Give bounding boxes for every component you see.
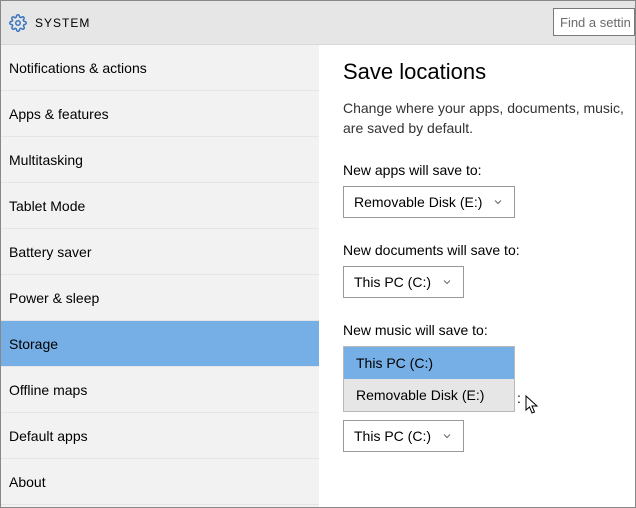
- select-value: This PC (C:): [354, 274, 431, 290]
- search-placeholder: Find a settin: [560, 15, 631, 30]
- sidebar-item-notifications-actions[interactable]: Notifications & actions: [1, 45, 319, 91]
- select-value: Removable Disk (E:): [354, 194, 482, 210]
- sidebar-item-about[interactable]: About: [1, 459, 319, 505]
- chevron-down-icon: [492, 196, 504, 208]
- select-value: This PC (C:): [354, 428, 431, 444]
- gear-icon: [9, 14, 27, 32]
- sidebar-item-label: Battery saver: [9, 244, 91, 260]
- sidebar-item-label: Default apps: [9, 428, 88, 444]
- dropdown-option-this-pc[interactable]: This PC (C:): [344, 347, 514, 379]
- sidebar-item-offline-maps[interactable]: Offline maps: [1, 367, 319, 413]
- chevron-down-icon: [441, 276, 453, 288]
- page-title: Save locations: [343, 59, 635, 85]
- setting-documents-label: New documents will save to:: [343, 242, 635, 258]
- setting-apps-label: New apps will save to:: [343, 162, 635, 178]
- body: Notifications & actions Apps & features Mu…: [1, 45, 635, 507]
- setting-apps: New apps will save to: Removable Disk (E…: [343, 162, 635, 240]
- header: SYSTEM Find a settin: [1, 1, 635, 45]
- sidebar-item-label: Apps & features: [9, 106, 109, 122]
- sidebar-item-label: Multitasking: [9, 152, 83, 168]
- sidebar-item-label: About: [9, 474, 46, 490]
- sidebar-item-storage[interactable]: Storage: [1, 321, 319, 367]
- partial-text: :: [517, 390, 521, 406]
- sidebar-item-battery-saver[interactable]: Battery saver: [1, 229, 319, 275]
- page-description: Change where your apps, documents, music…: [343, 99, 635, 138]
- setting-apps-select[interactable]: Removable Disk (E:): [343, 186, 515, 218]
- sidebar-item-label: Storage: [9, 336, 58, 352]
- sidebar-item-default-apps[interactable]: Default apps: [1, 413, 319, 459]
- dropdown-option-removable[interactable]: Removable Disk (E:): [344, 379, 514, 411]
- sidebar-item-label: Notifications & actions: [9, 60, 147, 76]
- sidebar-item-label: Offline maps: [9, 382, 87, 398]
- setting-next-select[interactable]: This PC (C:): [343, 420, 464, 452]
- main-panel: Save locations Change where your apps, d…: [319, 45, 635, 507]
- setting-documents: New documents will save to: This PC (C:): [343, 242, 635, 320]
- setting-music-label: New music will save to:: [343, 322, 635, 338]
- header-title: SYSTEM: [35, 16, 90, 30]
- sidebar-item-apps-features[interactable]: Apps & features: [1, 91, 319, 137]
- chevron-down-icon: [441, 430, 453, 442]
- sidebar-item-label: Tablet Mode: [9, 198, 85, 214]
- setting-music: New music will save to: This PC (C:) Rem…: [343, 322, 635, 474]
- sidebar-item-power-sleep[interactable]: Power & sleep: [1, 275, 319, 321]
- sidebar-item-tablet-mode[interactable]: Tablet Mode: [1, 183, 319, 229]
- sidebar: Notifications & actions Apps & features Mu…: [1, 45, 319, 507]
- search-input[interactable]: Find a settin: [553, 8, 635, 36]
- setting-music-dropdown: This PC (C:) Removable Disk (E:): [343, 346, 515, 412]
- sidebar-item-label: Power & sleep: [9, 290, 99, 306]
- sidebar-item-multitasking[interactable]: Multitasking: [1, 137, 319, 183]
- setting-documents-select[interactable]: This PC (C:): [343, 266, 464, 298]
